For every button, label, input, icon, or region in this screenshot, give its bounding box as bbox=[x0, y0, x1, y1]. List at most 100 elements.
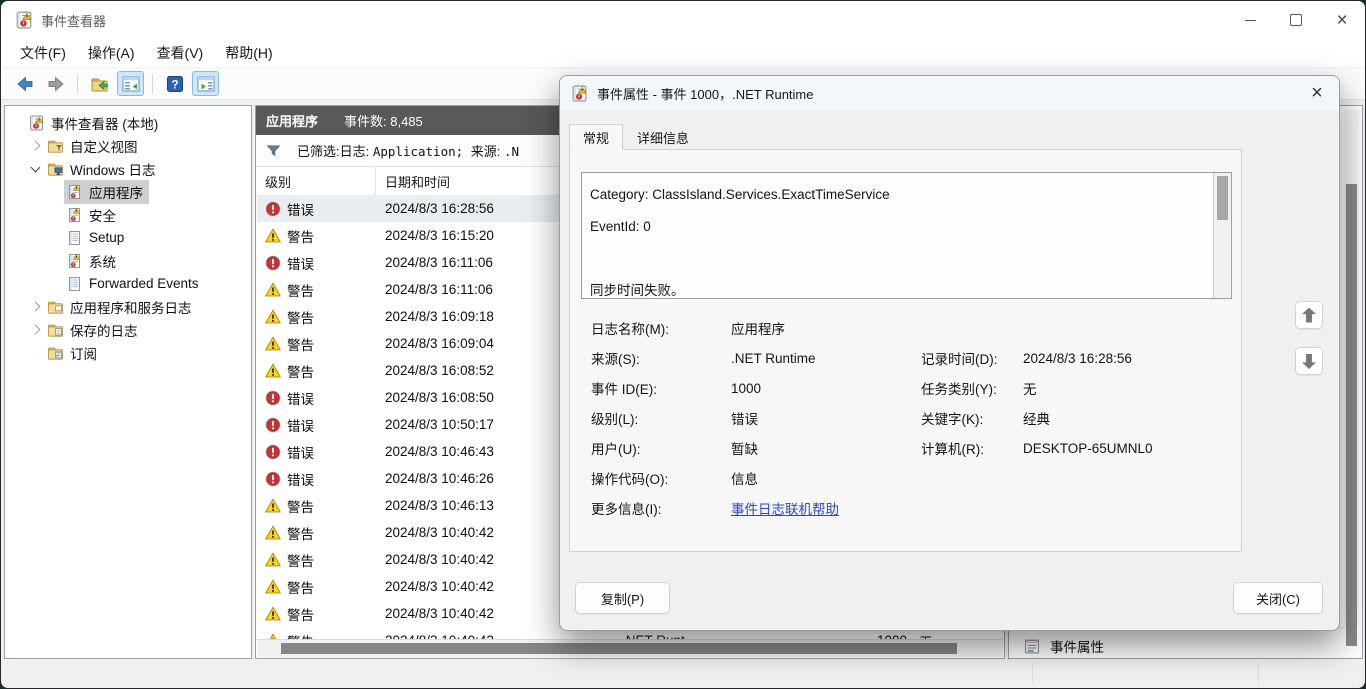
log-icon bbox=[66, 230, 83, 246]
tree-item-自定义视图[interactable]: 自定义视图 bbox=[5, 134, 251, 157]
field-label: 日志名称(M): bbox=[591, 318, 731, 338]
tree: 事件查看器 (本地)自定义视图Windows 日志应用程序安全 Setup 系统 Fo… bbox=[5, 106, 251, 364]
export-folder-button[interactable] bbox=[86, 71, 113, 96]
field-label: 用户(U): bbox=[591, 438, 731, 458]
field-label: 来源(S): bbox=[591, 348, 731, 368]
action-event-properties[interactable]: 事件属性 bbox=[1017, 633, 1104, 659]
tree-collapsed-chevron-icon[interactable] bbox=[28, 299, 45, 315]
event-level: 警告 bbox=[287, 226, 385, 246]
folder-computer-icon bbox=[47, 161, 64, 177]
tree-item-安全[interactable]: 安全 bbox=[5, 203, 251, 226]
tree-item-应用程序[interactable]: 应用程序 bbox=[5, 180, 251, 203]
warning-icon bbox=[265, 606, 281, 622]
menu-item[interactable]: 帮助(H) bbox=[214, 43, 283, 63]
tree-item-应用程序和服务日志[interactable]: 应用程序和服务日志 bbox=[5, 295, 251, 318]
show-console-tree-button[interactable] bbox=[117, 71, 144, 96]
tree-item-Forwarded Events[interactable]: Forwarded Events bbox=[5, 272, 251, 295]
field-value: 错误 bbox=[731, 408, 921, 428]
menu-item[interactable]: 操作(A) bbox=[77, 43, 146, 63]
field-label: 任务类别(Y): bbox=[921, 378, 1023, 398]
description-scrollbar[interactable] bbox=[1213, 173, 1231, 298]
dialog-close-action-button[interactable]: 关闭(C) bbox=[1233, 582, 1323, 614]
event-viewer-window: 事件查看器 × 文件(F)操作(A)查看(V)帮助(H) ? 事件查看器 (本地… bbox=[0, 0, 1366, 689]
forward-button[interactable] bbox=[42, 71, 69, 96]
dialog-close-icon: × bbox=[1311, 82, 1323, 105]
export-folder-icon bbox=[90, 74, 110, 94]
event-log-online-help-link[interactable]: 事件日志联机帮助 bbox=[731, 502, 839, 517]
tree-item-Setup[interactable]: Setup bbox=[5, 226, 251, 249]
log-alert-icon bbox=[66, 184, 83, 200]
field-label: 关键字(K): bbox=[921, 408, 1023, 428]
tree-spacer bbox=[47, 230, 64, 246]
event-description-box[interactable]: Category: ClassIsland.Services.ExactTime… bbox=[581, 172, 1232, 299]
tree-spacer bbox=[9, 115, 26, 131]
event-properties-icon bbox=[1023, 638, 1041, 655]
show-console-tree-icon bbox=[121, 74, 141, 94]
dialog-close-button[interactable]: × bbox=[1295, 76, 1339, 110]
dialog-tabs: 常规详细信息 bbox=[569, 124, 703, 150]
show-action-pane-icon bbox=[196, 74, 216, 94]
field-value: 1000 bbox=[731, 381, 921, 396]
tree-item-Windows 日志[interactable]: Windows 日志 bbox=[5, 157, 251, 180]
folder-subscription-icon bbox=[47, 345, 64, 361]
column-header-level[interactable]: 级别 bbox=[256, 167, 376, 196]
event-level: 错误 bbox=[287, 388, 385, 408]
dialog-event-viewer-icon bbox=[571, 85, 588, 102]
description-line: 同步时间失败。 bbox=[590, 275, 1205, 298]
menu-item[interactable]: 查看(V) bbox=[146, 43, 215, 63]
tree-item-保存的日志[interactable]: 保存的日志 bbox=[5, 318, 251, 341]
tree-item-label: Forwarded Events bbox=[89, 276, 199, 291]
field-label: 记录时间(D): bbox=[921, 348, 1023, 368]
error-icon bbox=[265, 255, 281, 271]
minimize-button[interactable] bbox=[1227, 1, 1273, 39]
tab-详细信息[interactable]: 详细信息 bbox=[623, 124, 703, 150]
tree-item-事件查看器 (本地)[interactable]: 事件查看器 (本地) bbox=[5, 111, 251, 134]
field-label: 级别(L): bbox=[591, 408, 731, 428]
event-level: 警告 bbox=[287, 523, 385, 543]
filter-text-part: 已筛选:日志: bbox=[297, 144, 373, 159]
field-label: 计算机(R): bbox=[921, 438, 1023, 458]
previous-event-button[interactable] bbox=[1295, 301, 1323, 329]
filter-text-part: 来源: bbox=[471, 144, 504, 159]
tree-item-系统[interactable]: 系统 bbox=[5, 249, 251, 272]
description-line bbox=[590, 243, 1205, 275]
actions-vertical-scrollbar[interactable] bbox=[1344, 110, 1359, 626]
warning-icon bbox=[265, 336, 281, 352]
help-button[interactable]: ? bbox=[161, 71, 188, 96]
warning-icon bbox=[265, 282, 281, 298]
next-event-button[interactable] bbox=[1295, 347, 1323, 375]
statusbar-separator bbox=[1032, 663, 1033, 683]
folder-filter-icon bbox=[47, 138, 64, 154]
event-level: 错误 bbox=[287, 199, 385, 219]
field-value[interactable]: 事件日志联机帮助 bbox=[731, 498, 921, 518]
copy-button[interactable]: 复制(P) bbox=[575, 582, 670, 614]
event-description-text: Category: ClassIsland.Services.ExactTime… bbox=[582, 175, 1213, 298]
statusbar bbox=[2, 659, 1364, 687]
tree-item-label: Setup bbox=[89, 230, 124, 245]
horizontal-scrollbar[interactable] bbox=[257, 639, 1003, 657]
back-button[interactable] bbox=[11, 71, 38, 96]
tree-spacer bbox=[47, 207, 64, 223]
tree-item-label: Windows 日志 bbox=[70, 159, 156, 179]
event-level: 错误 bbox=[287, 469, 385, 489]
event-level: 警告 bbox=[287, 280, 385, 300]
tree-collapsed-chevron-icon[interactable] bbox=[28, 322, 45, 338]
tree-collapsed-chevron-icon[interactable] bbox=[28, 138, 45, 154]
event-viewer-icon bbox=[28, 115, 45, 131]
show-action-pane-button[interactable] bbox=[192, 71, 219, 96]
menu-item[interactable]: 文件(F) bbox=[9, 43, 77, 63]
horizontal-scrollbar-thumb[interactable] bbox=[281, 643, 957, 654]
description-scrollbar-thumb[interactable] bbox=[1217, 176, 1228, 220]
maximize-icon bbox=[1290, 14, 1302, 26]
actions-scrollbar-thumb[interactable] bbox=[1346, 184, 1357, 646]
tree-expanded-chevron-icon[interactable] bbox=[28, 161, 45, 177]
event-level: 错误 bbox=[287, 253, 385, 273]
tree-spacer bbox=[47, 253, 64, 269]
close-button[interactable]: × bbox=[1319, 1, 1365, 39]
tree-item-订阅[interactable]: 订阅 bbox=[5, 341, 251, 364]
warning-icon bbox=[265, 498, 281, 514]
field-value: 应用程序 bbox=[731, 318, 921, 338]
maximize-button[interactable] bbox=[1273, 1, 1319, 39]
tab-常规[interactable]: 常规 bbox=[569, 124, 623, 150]
filter-text-part: .N bbox=[504, 144, 519, 159]
